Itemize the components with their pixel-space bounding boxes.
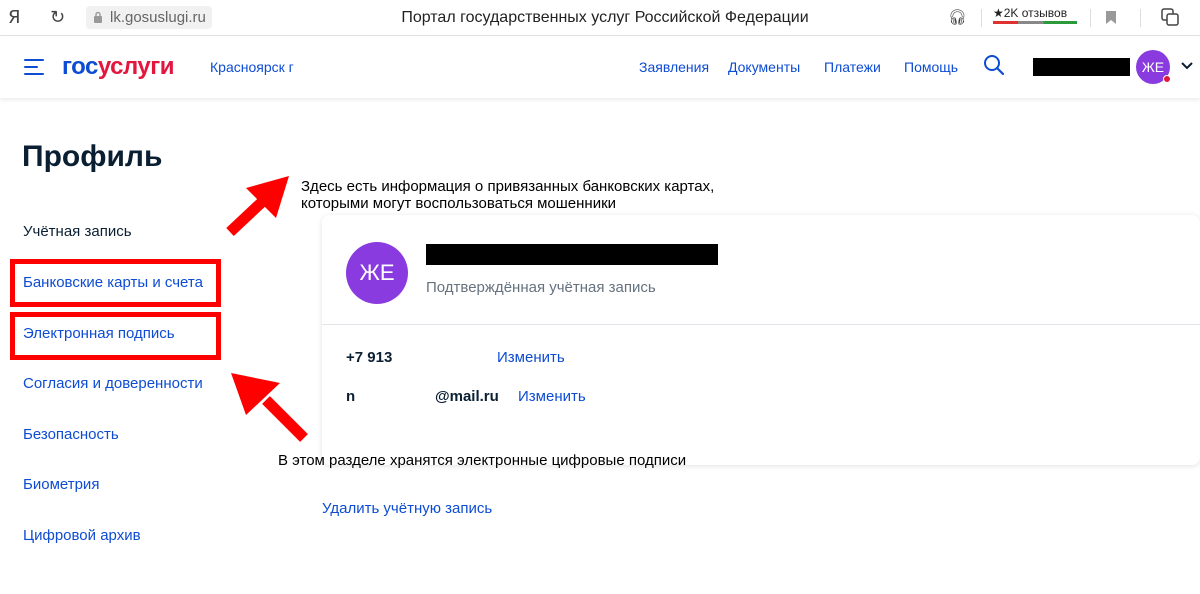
annotation-e-signature: В этом разделе хранятся электронные цифр… xyxy=(278,452,687,469)
divider xyxy=(322,324,1200,325)
profile-avatar: ЖЕ xyxy=(346,242,408,304)
phone-value: +7 913 xyxy=(346,349,393,366)
redacted-full-name xyxy=(426,244,718,265)
arrow-up-right xyxy=(226,176,289,237)
change-email-link[interactable]: Изменить xyxy=(518,388,586,405)
annotation-line: Здесь есть информация о привязанных банк… xyxy=(301,178,715,195)
account-status: Подтверждённая учётная запись xyxy=(426,279,656,296)
annotation-line: которыми могут воспользоваться мошенники xyxy=(301,195,617,212)
email-domain: @mail.ru xyxy=(435,388,499,405)
delete-account-link[interactable]: Удалить учётную запись xyxy=(322,500,492,517)
profile-card: ЖЕ Подтверждённая учётная запись +7 913 … xyxy=(322,215,1200,465)
change-phone-link[interactable]: Изменить xyxy=(497,349,565,366)
annotation-bank-cards: Здесь есть информация о привязанных банк… xyxy=(301,178,714,212)
arrow-down-right xyxy=(231,373,308,442)
email-prefix: n xyxy=(346,388,356,405)
